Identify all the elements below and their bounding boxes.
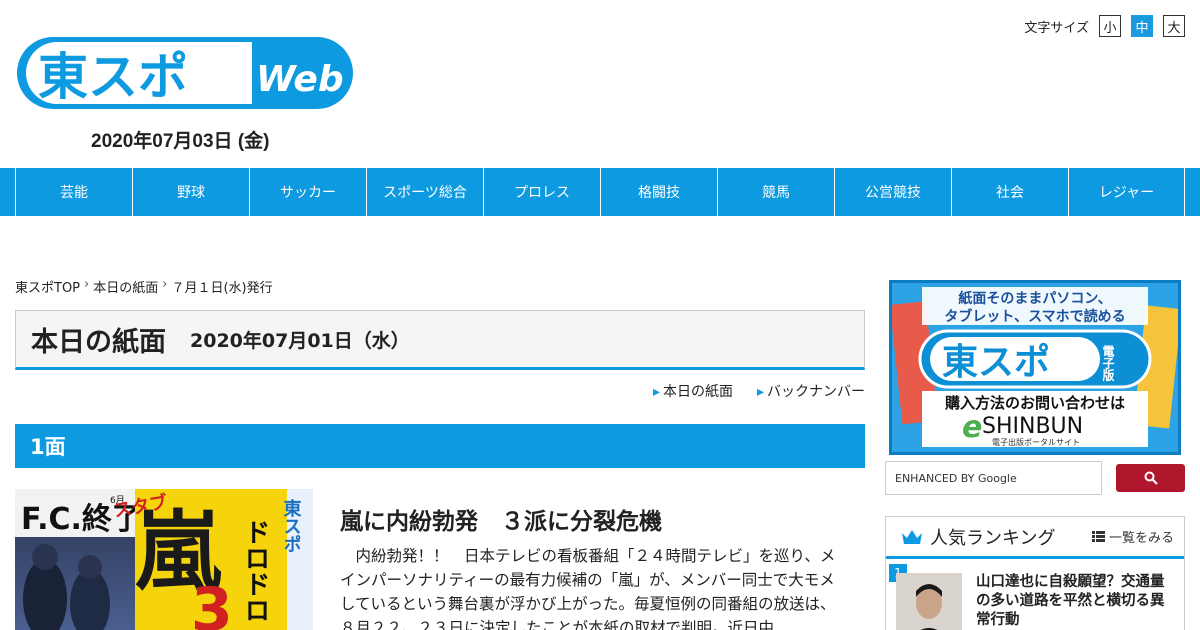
rank-thumbnail-graphic bbox=[896, 573, 962, 630]
ad-line2: タブレット、スマホで読める bbox=[944, 308, 1125, 325]
e-shinbun-ad-banner[interactable]: 紙面そのままパソコン、 タブレット、スマホで読める 東スポ 電子版 購入方法のお… bbox=[889, 280, 1181, 455]
ad-line1: 紙面そのままパソコン、 bbox=[958, 290, 1111, 307]
nav-item-soccer[interactable]: サッカー bbox=[249, 168, 366, 216]
rank-thumbnail[interactable] bbox=[896, 573, 962, 630]
front-page-graphic: F.C.終了 6月 嵐 3 スタブ ドロドロ 東スポ bbox=[15, 489, 313, 630]
nav-item-prowrestling[interactable]: プロレス bbox=[483, 168, 600, 216]
page-title: 本日の紙面 bbox=[31, 326, 166, 358]
breadcrumb: 東スポTOP › 本日の紙面 › ７月１日(水)発行 bbox=[15, 277, 273, 296]
sublinks: 本日の紙面 バックナンバー bbox=[653, 381, 865, 401]
sublink-backnumber[interactable]: バックナンバー bbox=[757, 381, 865, 401]
nav-item-leisure[interactable]: レジャー bbox=[1068, 168, 1185, 216]
nav-item-society[interactable]: 社会 bbox=[951, 168, 1068, 216]
ad-eshinbun-e: e bbox=[962, 410, 982, 445]
breadcrumb-separator: › bbox=[162, 277, 168, 292]
font-size-label: 文字サイズ bbox=[1024, 20, 1089, 36]
ad-brand: 東スポ bbox=[942, 341, 1050, 383]
page-date: 2020年07月01日（水） bbox=[190, 329, 410, 352]
site-search: ENHANCED BY Google bbox=[885, 461, 1185, 497]
font-size-switcher: 文字サイズ 小 中 大 bbox=[1024, 15, 1185, 37]
site-logo[interactable]: 東スポ Web bbox=[16, 36, 354, 110]
nav-item-sports[interactable]: スポーツ総合 bbox=[366, 168, 483, 216]
page-title-box: 本日の紙面 2020年07月01日（水） bbox=[15, 310, 865, 370]
ranking-box: 人気ランキング 一覧をみる 1 山口達也に自殺願望？交通量の多い道路を平然と横切… bbox=[885, 516, 1185, 630]
section-heading: 1面 bbox=[15, 424, 865, 468]
ranking-see-all-label: 一覧をみる bbox=[1108, 531, 1174, 546]
breadcrumb-today-link[interactable]: 本日の紙面 bbox=[93, 277, 158, 296]
front-page-number: 3 bbox=[191, 575, 233, 630]
list-icon bbox=[1091, 531, 1105, 542]
front-page-paper-name: 東スポ bbox=[281, 498, 302, 553]
search-button[interactable] bbox=[1116, 464, 1185, 492]
article-body: 内紛勃発！！ 日本テレビの看板番組「２４時間テレビ」を巡り、メインパーソナリティ… bbox=[340, 547, 836, 630]
font-size-medium-button[interactable]: 中 bbox=[1131, 15, 1153, 37]
nav-item-public-racing[interactable]: 公営競技 bbox=[834, 168, 951, 216]
front-page-image[interactable]: F.C.終了 6月 嵐 3 スタブ ドロドロ 東スポ bbox=[15, 489, 313, 630]
main-nav: 芸能 野球 サッカー スポーツ総合 プロレス 格闘技 競馬 公営競技 社会 レジ… bbox=[0, 168, 1200, 216]
crown-icon bbox=[902, 529, 922, 544]
font-size-large-button[interactable]: 大 bbox=[1163, 15, 1185, 37]
ranking-see-all-link[interactable]: 一覧をみる bbox=[1091, 527, 1174, 546]
ad-edition: 電子版 bbox=[1101, 345, 1115, 382]
logo-web-text: Web bbox=[256, 59, 344, 100]
ad-portal: 電子出版ポータルサイト bbox=[992, 437, 1080, 447]
ad-eshinbun: SHINBUN bbox=[982, 414, 1083, 439]
ad-graphic: 紙面そのままパソコン、 タブレット、スマホで読める 東スポ 電子版 購入方法のお… bbox=[892, 283, 1178, 452]
breadcrumb-top-link[interactable]: 東スポTOP bbox=[15, 277, 80, 296]
nav-item-horse-racing[interactable]: 競馬 bbox=[717, 168, 834, 216]
nav-item-entertainment[interactable]: 芸能 bbox=[15, 168, 132, 216]
front-page-sub: ドロドロ bbox=[240, 519, 270, 623]
ranking-title: 人気ランキング bbox=[930, 527, 1056, 549]
nav-item-martial-arts[interactable]: 格闘技 bbox=[600, 168, 717, 216]
article-title[interactable]: 嵐に内紛勃発 ３派に分裂危機 bbox=[340, 502, 662, 536]
nav-item-baseball[interactable]: 野球 bbox=[132, 168, 249, 216]
search-icon bbox=[1144, 471, 1158, 485]
logo-text: 東スポ bbox=[38, 48, 188, 106]
ranking-header: 人気ランキング 一覧をみる bbox=[886, 517, 1184, 559]
sublink-today[interactable]: 本日の紙面 bbox=[653, 381, 733, 401]
font-size-small-button[interactable]: 小 bbox=[1099, 15, 1121, 37]
search-input[interactable]: ENHANCED BY Google bbox=[885, 461, 1102, 495]
breadcrumb-current: ７月１日(水)発行 bbox=[171, 281, 273, 296]
rank-item-text[interactable]: 山口達也に自殺願望？交通量の多い道路を平然と横切る異常行動 bbox=[976, 573, 1176, 630]
header-date: 2020年07月03日 (金) bbox=[91, 131, 270, 152]
logo-graphic: 東スポ Web bbox=[17, 37, 353, 109]
breadcrumb-separator: › bbox=[84, 277, 90, 292]
